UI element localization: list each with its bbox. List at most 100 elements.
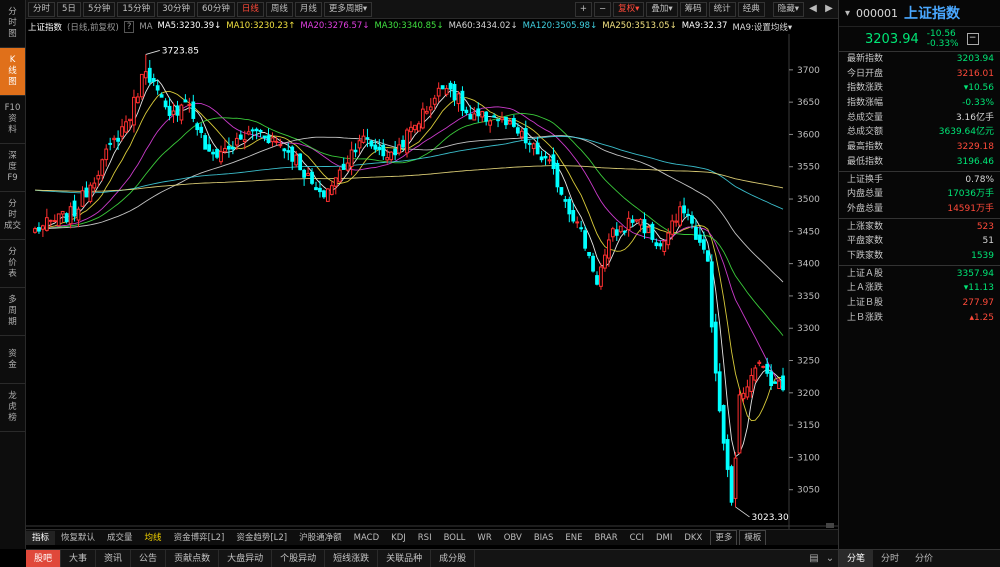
indicator-tab-12[interactable]: OBV [498,531,528,545]
indicator-tab-0[interactable]: 指标 [26,530,56,545]
period-button-1[interactable]: 5日 [57,1,81,17]
sidebar-item-8[interactable]: 龙虎榜 [0,384,25,432]
candle-body [401,139,405,148]
indicator-tab-20[interactable]: 模板 [739,530,767,545]
period-button-6[interactable]: 日线 [236,1,264,17]
bottom-tab-9[interactable]: 成分股 [431,549,476,567]
bottom-tab-1[interactable]: 大事 [61,549,97,567]
sidebar-item-4[interactable]: 分时成交 [0,192,25,240]
classic-button[interactable]: 经典 [737,1,765,17]
bottom-tab-6[interactable]: 个股异动 [272,549,326,567]
candle-body [116,137,120,142]
candle-body [543,155,548,159]
indicator-tab-1[interactable]: 恢复默认 [55,531,101,545]
period-button-7[interactable]: 周线 [265,1,293,17]
candle-body [314,187,318,191]
ma-items: MA5:3230.39↓ MA10:3230.23↑ MA20:3276.57↓ MA… [158,21,798,33]
indicator-tab-15[interactable]: BRAR [588,531,623,545]
sidebar-item-0[interactable]: 分时图 [0,0,25,48]
sidebar-item-1[interactable]: K线图 [0,48,25,96]
candle-body [219,151,223,163]
candle-body [199,126,204,133]
overlay-button[interactable]: 叠加▾ [646,1,678,17]
tick-tab-0[interactable]: 分笔 [839,550,874,567]
quote-label: 最低指数 [847,156,884,167]
candle-body [535,142,540,155]
indicator-tab-19[interactable]: 更多 [710,530,738,545]
indicator-tabs: 指标 恢复默认 成交量 均线 资金博弈[L2] 资金趋势[L2] 沪股通净额 MACD KDJ R… [26,529,838,545]
candle-body [555,162,560,188]
indicator-tab-3[interactable]: 均线 [139,531,168,545]
period-button-5[interactable]: 60分钟 [197,1,235,17]
candle-body [215,148,219,158]
zoom-out-button[interactable]: − [593,1,612,17]
indicator-tab-14[interactable]: ENE [559,531,588,545]
legend-help-icon[interactable]: ? [123,20,135,33]
sidebar-item-6[interactable]: 多周期 [0,288,25,336]
indicator-tab-17[interactable]: DMI [650,531,678,545]
candle-body [294,154,299,166]
tick-tab-2[interactable]: 分价 [907,550,941,567]
indicator-tab-5[interactable]: 资金趋势[L2] [230,531,293,545]
candle-body [389,151,394,161]
quote-row: 内盘总量 17036万手 [839,187,1000,202]
bottom-tab-8[interactable]: 关联品种 [378,549,432,567]
candle-body [405,129,409,154]
period-button-2[interactable]: 5分钟 [82,1,116,17]
indicator-tab-18[interactable]: DKX [678,531,708,545]
sidebar-item-5[interactable]: 分价表 [0,240,25,288]
panel-toggle-icon[interactable]: ▤ [806,553,822,564]
candle-body [539,156,544,161]
indicator-tab-16[interactable]: CCI [624,531,650,545]
candle-body [614,229,619,236]
period-button-0[interactable]: 分时 [28,1,56,17]
sidebar-item-7[interactable]: 资金 [0,336,25,384]
stats-button[interactable]: 统计 [708,1,736,17]
indicator-tab-13[interactable]: BIAS [528,531,560,545]
collapse-icon[interactable]: ⌄ [822,553,838,564]
prev-arrow-icon[interactable]: ◀ [806,2,820,16]
bottom-tab-7[interactable]: 短线涨跌 [325,549,379,567]
kline-chart[interactable]: 3050 3100 3150 3200 3250 3300 3350 3400 3450 3500… [26,34,838,529]
period-button-8[interactable]: 月线 [294,1,322,17]
candle-body [227,145,231,150]
candle-body [413,124,417,131]
sidebar-item-label: 榜 [8,413,17,423]
sidebar-item-label: 金 [8,359,17,370]
candle-body [515,127,520,134]
indicator-tab-4[interactable]: 资金博弈[L2] [168,531,231,545]
bottom-tab-0[interactable]: 股吧 [26,549,62,567]
candle-body [373,144,378,150]
candle-body [662,240,667,252]
next-arrow-icon[interactable]: ▶ [822,2,836,16]
panel-menu-icon[interactable]: ▾ [845,8,850,19]
index-name: 上证指数 [904,6,961,22]
indicator-tab-2[interactable]: 成交量 [101,531,139,545]
tick-tab-1[interactable]: 分时 [873,550,907,567]
bottom-tab-3[interactable]: 公告 [131,549,167,567]
indicator-tab-7[interactable]: MACD [348,531,385,545]
ma-line-MA60 [35,135,784,283]
zoom-in-button[interactable]: + [574,1,592,17]
quote-value: 17036万手 [947,189,994,200]
fuquan-button[interactable]: 复权▾ [613,1,645,17]
sidebar-item-3[interactable]: 深度 F9 [0,144,25,192]
indicator-tab-6[interactable]: 沪股通净额 [293,531,348,545]
bottom-tab-5[interactable]: 大盘异动 [219,549,273,567]
indicator-tab-10[interactable]: BOLL [438,531,472,545]
collapse-quote-button[interactable]: − [966,33,979,45]
period-button-9[interactable]: 更多周期▾ [323,1,373,17]
chips-button[interactable]: 筹码 [679,1,707,17]
period-button-4[interactable]: 30分钟 [157,1,196,17]
indicator-tab-11[interactable]: WR [471,531,497,545]
period-button-3[interactable]: 15分钟 [117,1,156,17]
candle-body [230,146,235,150]
indicator-tab-9[interactable]: RSI [412,531,438,545]
hide-button[interactable]: 隐藏▾ [772,1,804,17]
candle-body [377,146,382,151]
indicator-tab-8[interactable]: KDJ [385,531,412,545]
y-tick-label: 3100 [797,453,820,463]
bottom-tab-4[interactable]: 贡献点数 [166,549,220,567]
sidebar-item-2[interactable]: F10 资料 [0,96,25,144]
bottom-tab-2[interactable]: 资讯 [96,549,132,567]
